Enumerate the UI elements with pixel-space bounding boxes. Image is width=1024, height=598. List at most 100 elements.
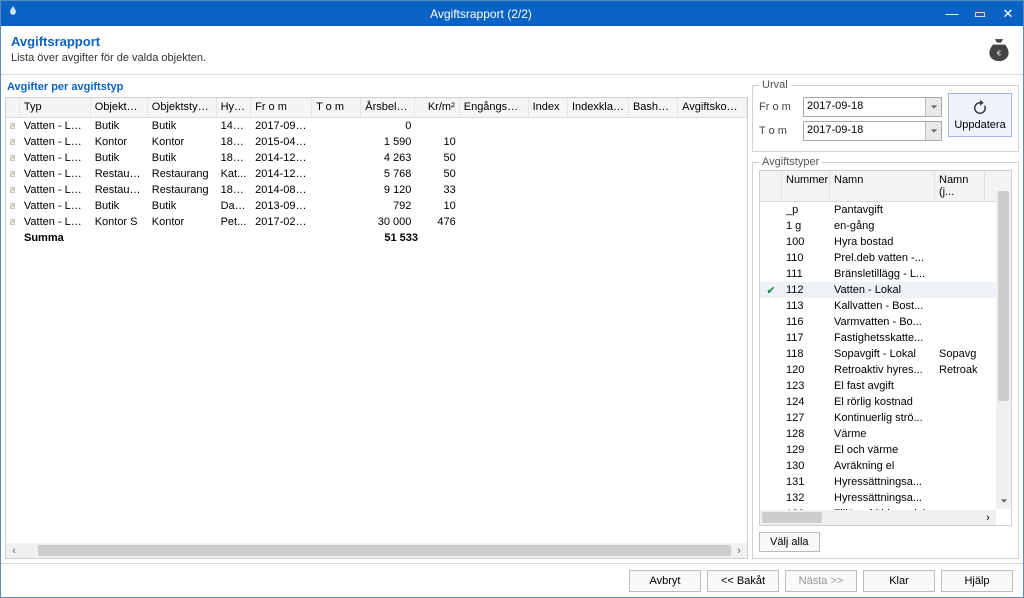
fee-types-list: Nummer Namn Namn (j... _pPantavgift1 gen… [759, 170, 1012, 526]
list-item[interactable]: 110Prel.deb vatten -... [760, 250, 1011, 266]
tom-date-input[interactable]: 2017-09-18 [803, 121, 942, 141]
check-icon [760, 241, 782, 243]
list-item[interactable]: 120Retroaktiv hyres...Retroak [760, 362, 1011, 378]
check-icon [760, 497, 782, 499]
check-icon [760, 225, 782, 227]
list-item[interactable]: 123El fast avgift [760, 378, 1011, 394]
list-item[interactable]: 100Hyra bostad [760, 234, 1011, 250]
minimize-button[interactable]: — [941, 6, 963, 22]
table-row[interactable]: Vatten - LokalKontorKontor186...2015-04-… [6, 134, 747, 150]
list-item[interactable]: 124El rörlig kostnad [760, 394, 1011, 410]
table-header: Typ Objektstyp Objektstypsgrupp Hyr... F… [6, 98, 747, 118]
cancel-button[interactable]: Avbryt [629, 570, 701, 592]
check-icon [760, 321, 782, 323]
check-icon [760, 449, 782, 451]
fees-table: Typ Objektstyp Objektstypsgrupp Hyr... F… [5, 97, 748, 559]
update-button[interactable]: Uppdatera [948, 93, 1012, 137]
check-icon [760, 209, 782, 211]
list-item[interactable]: 116Varmvatten - Bo... [760, 314, 1011, 330]
window-title: Avgiftsrapport (2/2) [21, 7, 941, 21]
urval-legend: Urval [759, 79, 791, 91]
scrollbar-thumb[interactable] [762, 512, 822, 523]
list-item[interactable]: 131Hyressättningsa... [760, 474, 1011, 490]
avgiftstyper-legend: Avgiftstyper [759, 156, 822, 168]
col-objektstyp[interactable]: Objektstyp [91, 98, 148, 117]
row-icon [6, 135, 20, 149]
list-item[interactable]: 129El och värme [760, 442, 1011, 458]
col-typ[interactable]: Typ [20, 98, 91, 117]
check-icon [760, 401, 782, 403]
from-label: Fr o m [759, 101, 797, 113]
app-icon [5, 5, 21, 22]
col-nummer[interactable]: Nummer [782, 171, 830, 201]
col-objektstypsgrupp[interactable]: Objektstypsgrupp [148, 98, 217, 117]
row-icon [6, 119, 20, 133]
scroll-right-icon[interactable]: › [731, 545, 747, 557]
next-button[interactable]: Nästa >> [785, 570, 857, 592]
list-item[interactable]: 130Avräkning el [760, 458, 1011, 474]
header-pane: Avgiftsrapport Lista över avgifter för d… [1, 26, 1023, 75]
row-icon [6, 151, 20, 165]
done-button[interactable]: Klar [863, 570, 935, 592]
table-row[interactable]: Vatten - LokalRestaurangRestaurang182...… [6, 182, 747, 198]
refresh-icon [971, 99, 989, 117]
scrollbar-thumb[interactable] [998, 191, 1009, 401]
list-item[interactable]: 128Värme [760, 426, 1011, 442]
col-krm2[interactable]: Kr/m² [415, 98, 459, 117]
list-item[interactable]: ✔112Vatten - Lokal [760, 282, 1011, 298]
row-icon [6, 199, 20, 213]
table-row[interactable]: Vatten - LokalRestaurangRestaurangKat...… [6, 166, 747, 182]
select-all-button[interactable]: Välj alla [759, 532, 820, 552]
col-namn[interactable]: Namn [830, 171, 935, 201]
col-tom[interactable]: T o m [312, 98, 361, 117]
list-item[interactable]: 111Bränsletillägg - L... [760, 266, 1011, 282]
from-date-dropdown[interactable] [925, 98, 941, 116]
list-item[interactable]: _pPantavgift [760, 202, 1011, 218]
help-button[interactable]: Hjälp [941, 570, 1013, 592]
check-icon [760, 257, 782, 259]
main-grid-title: Avgifter per avgiftstyp [7, 81, 746, 93]
row-icon [6, 215, 20, 229]
col-index[interactable]: Index [529, 98, 568, 117]
col-namn2[interactable]: Namn (j... [935, 171, 985, 201]
tom-date-dropdown[interactable] [925, 122, 941, 140]
table-row[interactable]: Vatten - LokalKontor SKontorPet...2017-0… [6, 214, 747, 230]
col-avgiftskom[interactable]: Avgiftskom... [678, 98, 747, 117]
table-body: Vatten - LokalButikButik145...2017-09-01… [6, 118, 747, 246]
list-item[interactable]: 127Kontinuerlig strö... [760, 410, 1011, 426]
from-date-input[interactable]: 2017-09-18 [803, 97, 942, 117]
table-row[interactable]: Vatten - LokalButikButikDan...2013-09-30… [6, 198, 747, 214]
table-horizontal-scrollbar[interactable]: ‹ › [6, 543, 747, 558]
col-from[interactable]: Fr o m [251, 98, 312, 117]
scroll-down-icon[interactable] [996, 493, 1011, 509]
table-row[interactable]: Vatten - LokalButikButik183...2014-12-01… [6, 150, 747, 166]
col-hyr[interactable]: Hyr... [217, 98, 252, 117]
scroll-left-icon[interactable]: ‹ [6, 545, 22, 557]
check-icon [760, 465, 782, 467]
page-title: Avgiftsrapport [11, 34, 206, 49]
col-arsbelopp[interactable]: Årsbelopp [361, 98, 415, 117]
row-icon [6, 183, 20, 197]
col-bashyra[interactable]: Bashyra [629, 98, 678, 117]
fee-types-horizontal-scrollbar[interactable]: › [760, 510, 996, 525]
check-icon [760, 481, 782, 483]
wizard-footer: Avbryt << Bakåt Nästa >> Klar Hjälp [1, 563, 1023, 597]
list-item[interactable]: 117Fastighetsskatte... [760, 330, 1011, 346]
list-item[interactable]: 132Hyressättningsa... [760, 490, 1011, 506]
list-item[interactable]: 118Sopavgift - LokalSopavg [760, 346, 1011, 362]
avgiftstyper-fieldset: Avgiftstyper Nummer Namn Namn (j... _pPa… [752, 156, 1019, 559]
scroll-right-icon[interactable]: › [980, 512, 996, 524]
back-button[interactable]: << Bakåt [707, 570, 779, 592]
close-button[interactable]: ✕ [997, 6, 1019, 22]
table-row[interactable]: Vatten - LokalButikButik145...2017-09-01… [6, 118, 747, 134]
page-subtitle: Lista över avgifter för de valda objekte… [11, 52, 206, 64]
maximize-button[interactable]: ▭ [969, 6, 991, 22]
col-engangsbelopp[interactable]: Engångsbelo... [460, 98, 529, 117]
list-item[interactable]: 113Kallvatten - Bost... [760, 298, 1011, 314]
col-indexklausul[interactable]: Indexklausul [568, 98, 629, 117]
check-icon [760, 417, 782, 419]
list-item[interactable]: 1 gen-gång [760, 218, 1011, 234]
scrollbar-thumb[interactable] [38, 545, 731, 556]
fee-types-vertical-scrollbar[interactable] [996, 191, 1011, 509]
title-bar[interactable]: Avgiftsrapport (2/2) — ▭ ✕ [1, 1, 1023, 26]
